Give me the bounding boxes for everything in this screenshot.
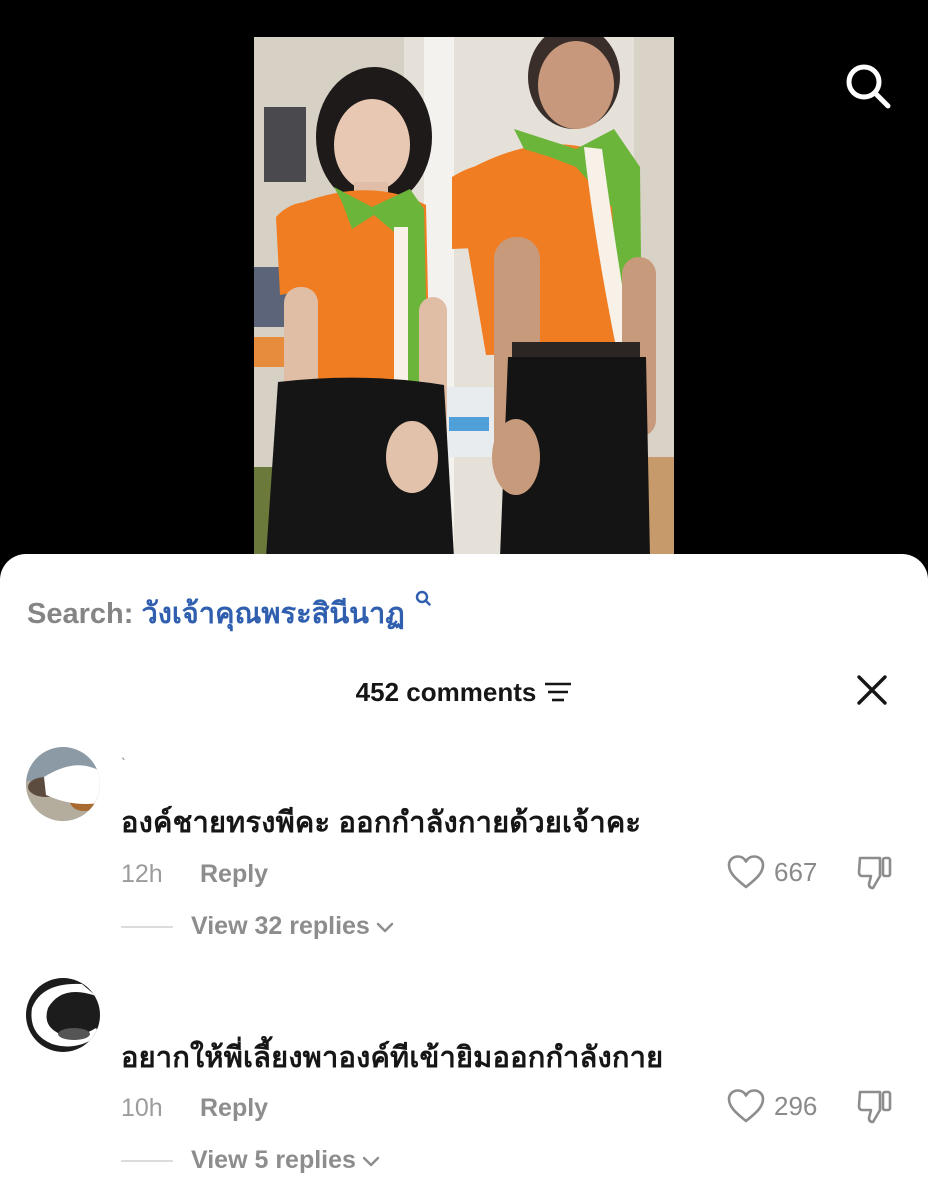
comment-timestamp: 10h — [121, 1094, 163, 1122]
view-replies-button[interactable]: View 32 replies — [121, 912, 396, 941]
related-search[interactable]: Search: วังเจ้าคุณพระสินีนาฏ — [27, 590, 431, 636]
comment-count: 452 comments — [355, 677, 537, 707]
divider — [121, 1159, 173, 1162]
video-frame[interactable] — [254, 37, 674, 557]
thumbs-down-icon[interactable] — [856, 1088, 894, 1126]
sort-comments-button[interactable]: 452 comments — [356, 672, 573, 712]
avatar-image — [26, 747, 100, 821]
view-replies-label: View 32 replies — [191, 912, 370, 940]
comment-username[interactable]: ˎ — [121, 744, 126, 762]
search-icon[interactable] — [842, 60, 894, 112]
view-replies-label: View 5 replies — [191, 1146, 356, 1174]
thumbs-down-icon[interactable] — [856, 854, 894, 892]
chevron-down-icon — [376, 922, 394, 932]
avatar[interactable] — [26, 978, 100, 1052]
like-count: 667 — [774, 856, 818, 887]
comment-text: องค์ชายทรงพีคะ ออกกำลังกายด้วยเจ้าคะ — [121, 807, 642, 839]
heart-icon — [727, 1089, 765, 1123]
comment-timestamp: 12h — [121, 860, 163, 888]
reply-button[interactable]: Reply — [200, 1094, 268, 1123]
avatar-image — [26, 978, 100, 1052]
heart-icon — [727, 855, 765, 889]
avatar[interactable] — [26, 747, 100, 821]
sort-icon — [545, 682, 572, 702]
comments-header: 452 comments — [0, 672, 928, 712]
divider — [121, 925, 173, 928]
search-label: Search: — [27, 598, 134, 630]
comment-text: อยากให้พี่เลี้ยงพาองค์ทีเข้ายิมออกกำลังก… — [121, 1042, 664, 1074]
search-mini-icon[interactable] — [415, 590, 431, 610]
view-replies-button[interactable]: View 5 replies — [121, 1146, 382, 1175]
like-button[interactable]: 296 — [726, 1088, 817, 1124]
comments-sheet: Search: วังเจ้าคุณพระสินีนาฏ 452 comment… — [0, 554, 928, 1200]
reply-button[interactable]: Reply — [200, 860, 268, 889]
close-icon[interactable] — [856, 674, 888, 706]
like-button[interactable]: 667 — [726, 854, 817, 890]
like-count: 296 — [774, 1090, 818, 1121]
video-player[interactable] — [0, 0, 928, 580]
video-thumbnail — [254, 37, 674, 557]
chevron-down-icon — [362, 1156, 380, 1166]
search-query-link[interactable]: วังเจ้าคุณพระสินีนาฏ — [141, 598, 404, 630]
